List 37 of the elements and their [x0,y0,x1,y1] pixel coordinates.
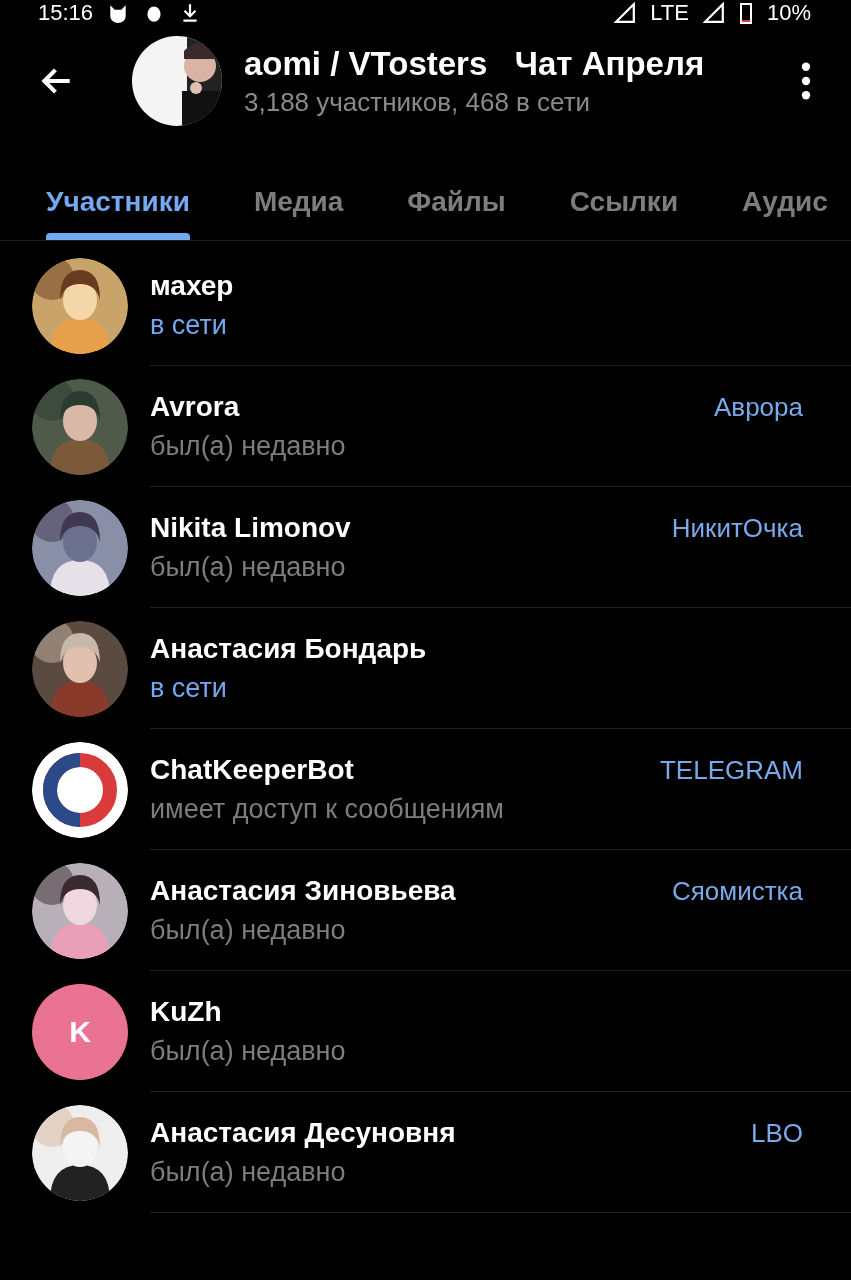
member-title: Аврора [714,391,803,423]
member-name: Nikita Limonov [150,511,351,544]
member-count: 3,188 участников, 468 в сети [244,86,592,118]
more-icon[interactable] [801,62,811,100]
member-name: KuZh [150,995,222,1028]
ring-logo-icon [32,741,128,838]
letter-avatar: K [32,983,128,1080]
member-title: Сяомистка [671,875,803,907]
member-status: был(а) недавно [150,1156,346,1188]
chat-title: aomi / VTosters Чат Апреля [244,44,706,83]
signal-icon [614,2,637,24]
member-name: Avrora [150,390,240,423]
member-name: ChatKeeperBot [150,753,354,786]
tab[interactable]: Участники [46,160,190,240]
battery-percent: 10% [766,0,811,26]
member-status: был(а) недавно [150,551,346,583]
status-time: 15:16 [38,0,94,26]
member-title: TELEGRAM [659,754,803,786]
member-name: махер [150,269,234,302]
battery-icon [738,2,753,24]
member-status: был(а) недавно [150,1035,346,1067]
member-title: НикитОчка [671,512,803,544]
member-name: Анастасия Бондарь [150,632,427,665]
member-status: имеет доступ к сообщениям [150,793,504,825]
member-status: в сети [150,672,227,704]
tab[interactable]: Аудис [742,160,828,240]
member-name: Анастасия Зиновьева [150,874,456,907]
member-status: был(а) недавно [150,430,346,462]
tab[interactable]: Файлы [407,160,506,240]
member-title: LBO [750,1117,803,1149]
tab[interactable]: Ссылки [569,160,679,240]
member-name: Анастасия Десуновня [150,1116,456,1149]
signal-icon [702,2,725,24]
network-label: LTE [650,0,689,26]
tab[interactable]: Медиа [253,160,344,240]
member-status: был(а) недавно [150,914,346,946]
member-status: в сети [150,309,227,341]
